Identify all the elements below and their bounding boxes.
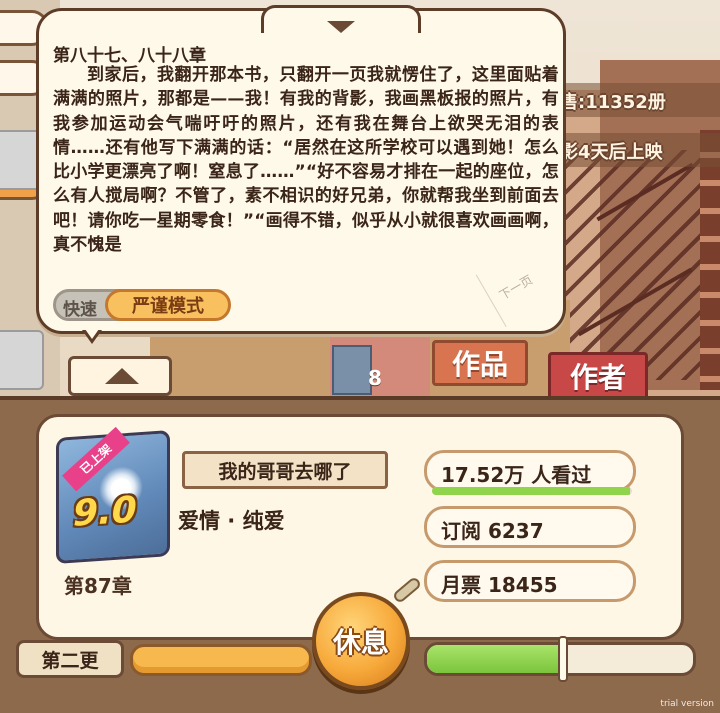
views-progress xyxy=(432,487,632,495)
story-dialog: 第八十七、八十八章 到家后，我翻开那本书，只翻开一页我就愣住了，这里面贴着满满的… xyxy=(36,5,566,334)
book-genre: 爱情 · 纯爱 xyxy=(178,509,285,533)
views-stat: 17.52万 人看过 xyxy=(424,450,636,492)
book-title: 我的哥哥去哪了 xyxy=(182,451,388,489)
views-progress-fill xyxy=(432,487,630,495)
watermark: trial version xyxy=(660,699,714,709)
book-stack xyxy=(332,345,372,395)
views-text: 17.52万 人看过 xyxy=(441,463,592,487)
next-page-button[interactable]: 下一页 xyxy=(475,247,555,327)
dialog-tail xyxy=(85,329,99,339)
works-button[interactable]: 作品 xyxy=(432,340,528,386)
monthly-tickets-stat: 月票 18455 xyxy=(424,560,636,602)
rest-button[interactable]: 休息 xyxy=(312,592,410,690)
monthly-tickets-text: 月票 18455 xyxy=(441,573,558,597)
page-count: 8 xyxy=(368,366,382,390)
book-score: 9.0 xyxy=(73,489,137,535)
author-button[interactable]: 作者 xyxy=(548,352,648,400)
chevron-up-icon xyxy=(105,368,139,384)
ac-unit xyxy=(0,330,44,390)
sales-label: 售:11352册 xyxy=(560,92,666,113)
second-update-button[interactable]: 第二更 xyxy=(16,640,124,678)
writing-progress-bar xyxy=(130,644,312,676)
subscriptions-stat: 订阅 6237 xyxy=(424,506,636,548)
window-strip xyxy=(700,130,720,390)
subscriptions-text: 订阅 6237 xyxy=(441,519,544,543)
energy-fill xyxy=(427,645,560,673)
story-text: 到家后，我翻开那本书，只翻开一页我就愣住了，这里面贴着满满的照片，那都是——我！… xyxy=(53,65,559,256)
expand-button[interactable] xyxy=(68,356,172,396)
chapter-number: 第87章 xyxy=(64,574,132,598)
book-cover[interactable]: 已上架 9.0 xyxy=(56,426,170,564)
movie-label: 影4天后上映 xyxy=(560,142,663,163)
energy-marker xyxy=(558,636,568,682)
mode-strict-button[interactable]: 严谨模式 xyxy=(105,289,231,321)
staircase xyxy=(560,150,710,380)
chevron-down-icon[interactable] xyxy=(327,21,355,33)
